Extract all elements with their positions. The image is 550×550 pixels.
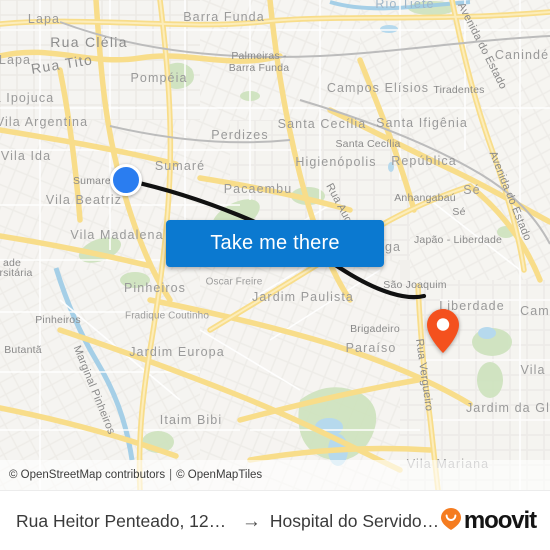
attribution-separator: | (169, 469, 173, 481)
moovit-logo[interactable]: moovit (440, 507, 550, 536)
attribution-osm[interactable]: © OpenStreetMap contributors (0, 469, 165, 481)
moovit-pin-icon (440, 507, 462, 536)
take-me-there-label: Take me there (210, 232, 340, 254)
moovit-wordmark: moovit (463, 507, 537, 534)
attribution-openmaptiles[interactable]: © OpenMapTiles (176, 469, 262, 481)
route-bottom-bar: Rua Heitor Penteado, 1230… → Hospital do… (0, 490, 550, 550)
map-attribution: © OpenStreetMap contributors | © OpenMap… (0, 460, 550, 490)
route-summary[interactable]: Rua Heitor Penteado, 1230… → Hospital do… (0, 511, 440, 532)
route-origin-label: Rua Heitor Penteado, 1230… (16, 510, 233, 531)
route-destination-label: Hospital do Servidor … (269, 510, 440, 531)
moovit-map-screen: Lapa Rua Clélia Lapa Rua Tito Barra Funda Pal… (0, 0, 550, 550)
take-me-there-button[interactable]: Take me there (166, 220, 384, 267)
origin-location-dot[interactable] (110, 164, 142, 196)
map-canvas[interactable]: Lapa Rua Clélia Lapa Rua Tito Barra Funda Pal… (0, 0, 550, 490)
arrow-right-icon: → (241, 510, 261, 532)
